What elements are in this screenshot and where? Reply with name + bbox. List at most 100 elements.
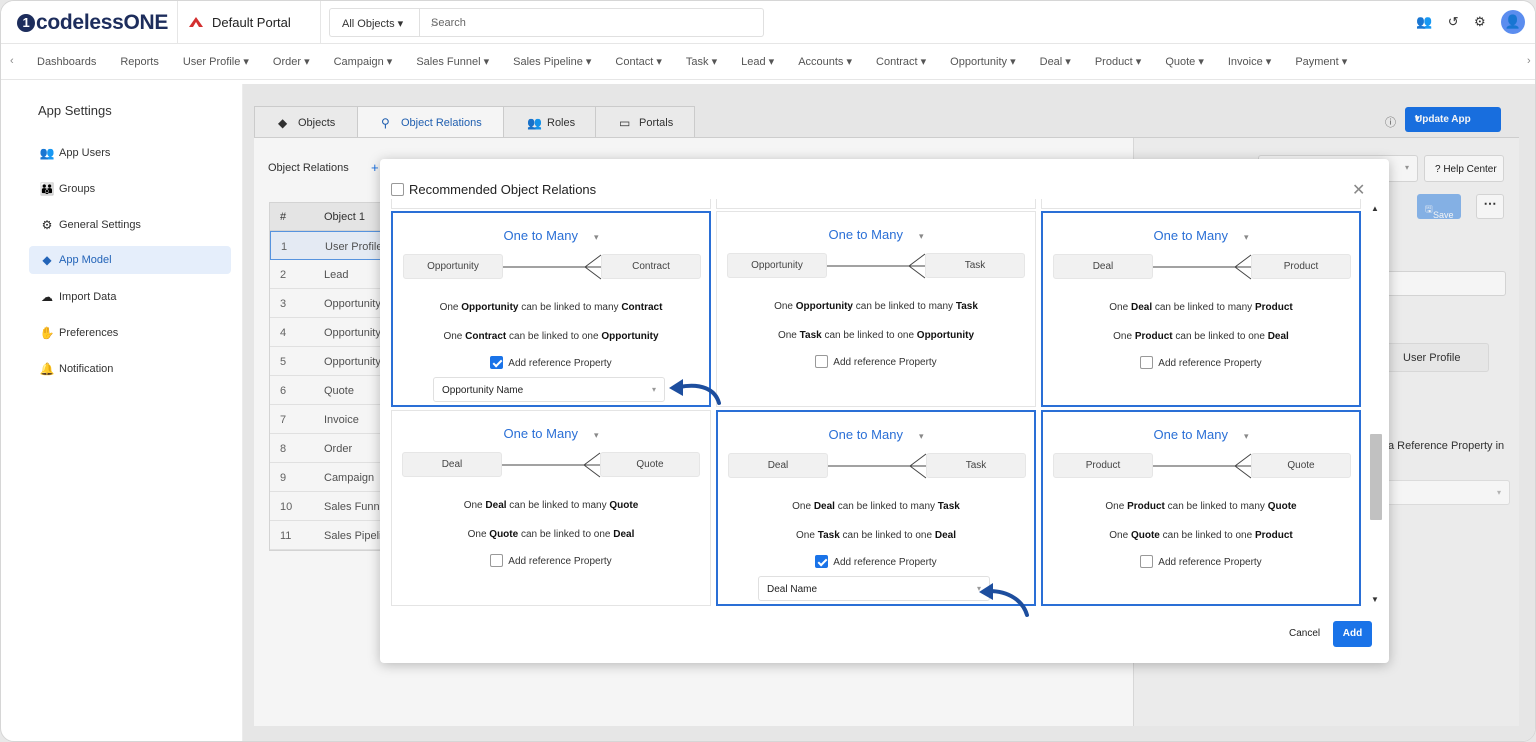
nav-item[interactable]: Accounts ▾ — [798, 56, 852, 68]
sidebar-item-app-model[interactable]: ◆ App Model — [29, 246, 231, 274]
text-part: can be linked to one — [821, 330, 917, 341]
select-all-checkbox[interactable] — [391, 183, 404, 196]
scroll-down-icon[interactable]: ▼ — [1371, 595, 1379, 604]
reference-property-select[interactable]: Deal Name ▾ — [758, 576, 990, 601]
one-to-many-connector-icon — [828, 453, 928, 479]
nav-item[interactable]: Opportunity ▾ — [950, 56, 1015, 68]
chevron-down-icon: ▾ — [918, 431, 924, 441]
sidebar-item-label: Notification — [59, 363, 114, 375]
relation-card[interactable]: One to Many ▾ Deal Product One Deal can be l… — [1041, 211, 1361, 407]
gear-icon[interactable]: ⚙ — [1474, 14, 1486, 30]
scroll-thumb[interactable] — [1370, 434, 1382, 520]
recommended-relations-modal: Recommended Object Relations ✕ One to Ma… — [380, 159, 1389, 663]
relation-type-select[interactable]: One to Many ▾ — [718, 427, 1034, 442]
add-reference-checkbox[interactable] — [1140, 356, 1154, 369]
logo[interactable]: 1 codelessONE — [17, 11, 168, 35]
add-reference-property[interactable]: Add reference Property — [717, 355, 1035, 368]
nav-item[interactable]: Product ▾ — [1095, 56, 1142, 68]
nav-item[interactable]: Lead ▾ — [741, 56, 774, 68]
target-object-box: Quote — [600, 452, 700, 477]
top-right-icons: 👥 ↺ ⚙ 👤 — [1404, 10, 1525, 36]
object-select-value: All Objects — [342, 18, 395, 30]
text-part: Opportunity — [461, 302, 519, 313]
relation-type-select[interactable]: One to Many ▾ — [392, 426, 710, 441]
text-part: can be linked to many — [506, 500, 610, 511]
sidebar-item-app-users[interactable]: 👥 App Users — [29, 139, 231, 167]
portal-name: Default Portal — [212, 15, 291, 30]
relation-type-label: One to Many — [503, 426, 578, 441]
cancel-button[interactable]: Cancel — [1289, 628, 1320, 639]
avatar[interactable]: 👤 — [1501, 10, 1525, 34]
text-part: Contract — [621, 302, 663, 313]
sidebar-item-label: App Users — [59, 147, 111, 159]
nav-item[interactable]: Quote ▾ — [1165, 56, 1204, 68]
sidebar-item-general-settings[interactable]: ⚙ General Settings — [29, 211, 231, 239]
search-input[interactable]: Search ⌕ — [419, 8, 764, 37]
relation-type-select[interactable]: One to Many ▾ — [1043, 427, 1359, 442]
text-part: Deal — [813, 501, 835, 512]
close-icon[interactable]: ✕ — [1352, 180, 1365, 200]
nav-item[interactable]: Dashboards — [37, 56, 96, 68]
add-reference-checkbox[interactable] — [1140, 555, 1154, 568]
chevron-down-icon: ▾ — [593, 430, 599, 440]
add-user-icon[interactable]: 👥 — [1416, 14, 1432, 30]
add-reference-property[interactable]: Add reference Property — [1043, 555, 1359, 568]
sidebar-item-groups[interactable]: 👪 Groups — [29, 175, 231, 203]
nav-item[interactable]: Contract ▾ — [876, 56, 926, 68]
nav-item[interactable]: User Profile ▾ — [183, 56, 249, 68]
text-part: One — [439, 302, 462, 313]
relation-description-one: One Contract can be linked to one Opport… — [393, 331, 709, 342]
relation-card[interactable]: One to Many ▾ Opportunity Contract One Oppor… — [391, 211, 711, 407]
relation-type-select[interactable]: One to Many ▾ — [717, 227, 1035, 242]
scroll-up-icon[interactable]: ▲ — [1371, 204, 1379, 213]
nav-item[interactable]: Campaign ▾ — [334, 56, 393, 68]
nav-item[interactable]: Invoice ▾ — [1228, 56, 1271, 68]
sidebar-item-notification[interactable]: 🔔 Notification — [29, 355, 231, 383]
reference-property-select[interactable]: Opportunity Name ▾ — [433, 377, 665, 402]
relation-description-many: One Deal can be linked to many Task — [718, 501, 1034, 512]
nav-item[interactable]: Task ▾ — [686, 56, 717, 68]
nav-item[interactable]: Order ▾ — [273, 56, 310, 68]
nav-right-arrow-icon[interactable]: › — [1527, 55, 1531, 67]
sidebar-item-import-data[interactable]: ☁ Import Data — [29, 283, 231, 311]
sidebar-item-preferences[interactable]: ✋ Preferences — [29, 319, 231, 347]
add-reference-property[interactable]: Add reference Property — [718, 555, 1034, 568]
relation-card[interactable]: One to Many ▾ Opportunity Task One Opportuni… — [716, 211, 1036, 407]
modal-title: Recommended Object Relations — [409, 182, 597, 197]
relation-type-label: One to Many — [1153, 228, 1228, 243]
relation-card[interactable]: One to Many ▾ Deal Quote One Deal can be lin… — [391, 410, 711, 606]
nav-items: Dashboards Reports User Profile ▾ Order ▾ Ca… — [25, 55, 1359, 68]
portal-switcher[interactable]: Default Portal — [177, 1, 321, 44]
add-reference-checkbox[interactable] — [490, 554, 504, 567]
add-reference-property[interactable]: Add reference Property — [392, 554, 710, 567]
nav-item[interactable]: Sales Funnel ▾ — [416, 56, 489, 68]
text-part: Product — [1254, 302, 1293, 313]
add-reference-checkbox[interactable] — [815, 555, 829, 568]
relation-description-one: One Quote can be linked to one Deal — [392, 529, 710, 540]
nav-item[interactable]: Payment ▾ — [1295, 56, 1347, 68]
nav-item[interactable]: Contact ▾ — [615, 56, 662, 68]
card-stub — [716, 199, 1036, 209]
nav-left-arrow-icon[interactable]: ‹ — [10, 55, 14, 67]
card-stub — [391, 199, 711, 209]
add-reference-property[interactable]: Add reference Property — [1043, 356, 1359, 369]
target-object-box: Product — [1251, 254, 1351, 279]
text-part: One — [774, 301, 796, 312]
relation-card[interactable]: One to Many ▾ Product Quote One Product can … — [1041, 410, 1361, 606]
logo-mark: 1 — [17, 14, 35, 32]
modal-scrollbar[interactable]: ▲ ▼ — [1368, 199, 1383, 607]
relation-description-one: One Task can be linked to one Opportunit… — [717, 330, 1035, 341]
add-button[interactable]: Add — [1333, 621, 1372, 647]
history-icon[interactable]: ↺ — [1448, 14, 1459, 30]
nav-item[interactable]: Deal ▾ — [1040, 56, 1071, 68]
nav-item[interactable]: Sales Pipeline ▾ — [513, 56, 591, 68]
object-select[interactable]: All Objects ▾ — [329, 8, 419, 37]
nav-item[interactable]: Reports — [120, 56, 159, 68]
add-reference-property[interactable]: Add reference Property — [393, 356, 709, 369]
relation-type-select[interactable]: One to Many ▾ — [393, 228, 709, 243]
relation-type-select[interactable]: One to Many ▾ — [1043, 228, 1359, 243]
add-reference-checkbox[interactable] — [490, 356, 504, 369]
add-reference-checkbox[interactable] — [815, 355, 829, 368]
chevron-down-icon: ▾ — [651, 385, 656, 394]
text-part: One — [796, 530, 818, 541]
